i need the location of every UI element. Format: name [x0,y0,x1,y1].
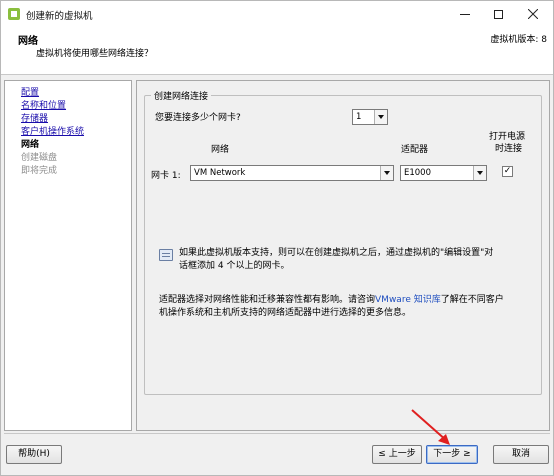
chevron-down-icon [374,110,387,124]
window-title: 创建新的虚拟机 [26,11,93,22]
network-connection-group: 创建网络连接 您要连接多少个网卡? 1 网络 适配器 打开电源 时连接 网卡 1… [144,89,542,395]
help-button[interactable]: 帮助(H) [6,445,62,464]
nic1-label: 网卡 1: [151,171,181,181]
vm-version-label: 虚拟机版本: 8 [490,35,547,45]
close-button[interactable] [517,1,549,27]
chevron-down-icon [380,166,393,180]
back-button[interactable]: ≤ 上一步 [372,445,422,464]
nic1-adapter-value: E1000 [404,168,432,178]
nic-count-value: 1 [356,112,362,122]
minimize-icon [460,13,470,15]
nic1-network-value: VM Network [194,168,246,178]
adapter-note-line1-pre: 适配器选择对网络性能和迁移兼容性都有影响。请咨询 [159,295,376,305]
title-bar: 创建新的虚拟机 [1,1,553,27]
minimize-button[interactable] [449,1,481,27]
adapter-note-line1-post: 了解在不同客户 [440,295,504,305]
nic1-network-select[interactable]: VM Network [190,165,394,181]
group-legend: 创建网络连接 [151,89,212,102]
info-text-line1: 如果此虚拟机版本支持，则可以在创建虚拟机之后，通过虚拟机的"编辑设置"对 [179,248,494,258]
adapter-note: 适配器选择对网络性能和迁移兼容性都有影响。请咨询VMware 知识库了解在不同客… [159,294,539,320]
nav-item-guest-os[interactable]: 客户机操作系统 [5,126,131,139]
cancel-button[interactable]: 取消 [493,445,549,464]
nav-item-config[interactable]: 配置 [5,87,131,100]
adapter-note-line1: 适配器选择对网络性能和迁移兼容性都有影响。请咨询VMware 知识库了解在不同客… [159,294,539,307]
wizard-step-nav: 配置 名称和位置 存储器 客户机操作系统 网络 创建磁盘 即将完成 [4,80,132,431]
info-text-line2: 话框添加 4 个以上的网卡。 [179,261,290,271]
nav-item-network: 网络 [21,140,40,150]
nic1-connect-checkbox[interactable]: ✓ [502,166,513,177]
column-network: 网络 [211,145,230,155]
column-connect-at-power-on-line2: 时连接 [495,144,523,154]
info-icon [159,249,173,261]
chevron-down-icon [473,166,486,180]
page-subtitle: 虚拟机将使用哪些网络连接？ [36,49,154,59]
nav-item-storage[interactable]: 存储器 [5,113,131,126]
maximize-button[interactable] [482,1,514,27]
vmware-kb-link[interactable]: VMware 知识库 [375,295,441,305]
close-icon [528,9,538,19]
footer-divider [4,433,550,434]
wizard-content: 创建网络连接 您要连接多少个网卡? 1 网络 适配器 打开电源 时连接 网卡 1… [136,80,550,431]
column-adapter: 适配器 [401,145,429,155]
wizard-footer: 帮助(H) ≤ 上一步 下一步 ≥ 取消 [1,433,553,475]
adapter-note-line2: 机操作系统和主机所支持的网络适配器中进行选择的更多信息。 [159,308,412,318]
page-title: 网络 [18,36,38,47]
next-button[interactable]: 下一步 ≥ [426,445,478,464]
nav-item-name-location[interactable]: 名称和位置 [5,100,131,113]
nav-item-create-disk: 创建磁盘 [21,153,58,163]
nav-item-ready-to-complete: 即将完成 [21,166,58,176]
maximize-icon [493,9,503,19]
nic-count-label: 您要连接多少个网卡? [155,113,241,123]
nic-count-select[interactable]: 1 [352,109,388,125]
vsphere-app-icon [8,8,20,20]
info-text: 如果此虚拟机版本支持，则可以在创建虚拟机之后，通过虚拟机的"编辑设置"对 话框添… [179,247,541,273]
nic1-adapter-select[interactable]: E1000 [400,165,487,181]
wizard-header: 网络 虚拟机将使用哪些网络连接？ 虚拟机版本: 8 [1,27,553,75]
new-vm-wizard-window: 创建新的虚拟机 网络 虚拟机将使用哪些网络连接？ 虚拟机版本: 8 配置 名称和… [0,0,554,476]
